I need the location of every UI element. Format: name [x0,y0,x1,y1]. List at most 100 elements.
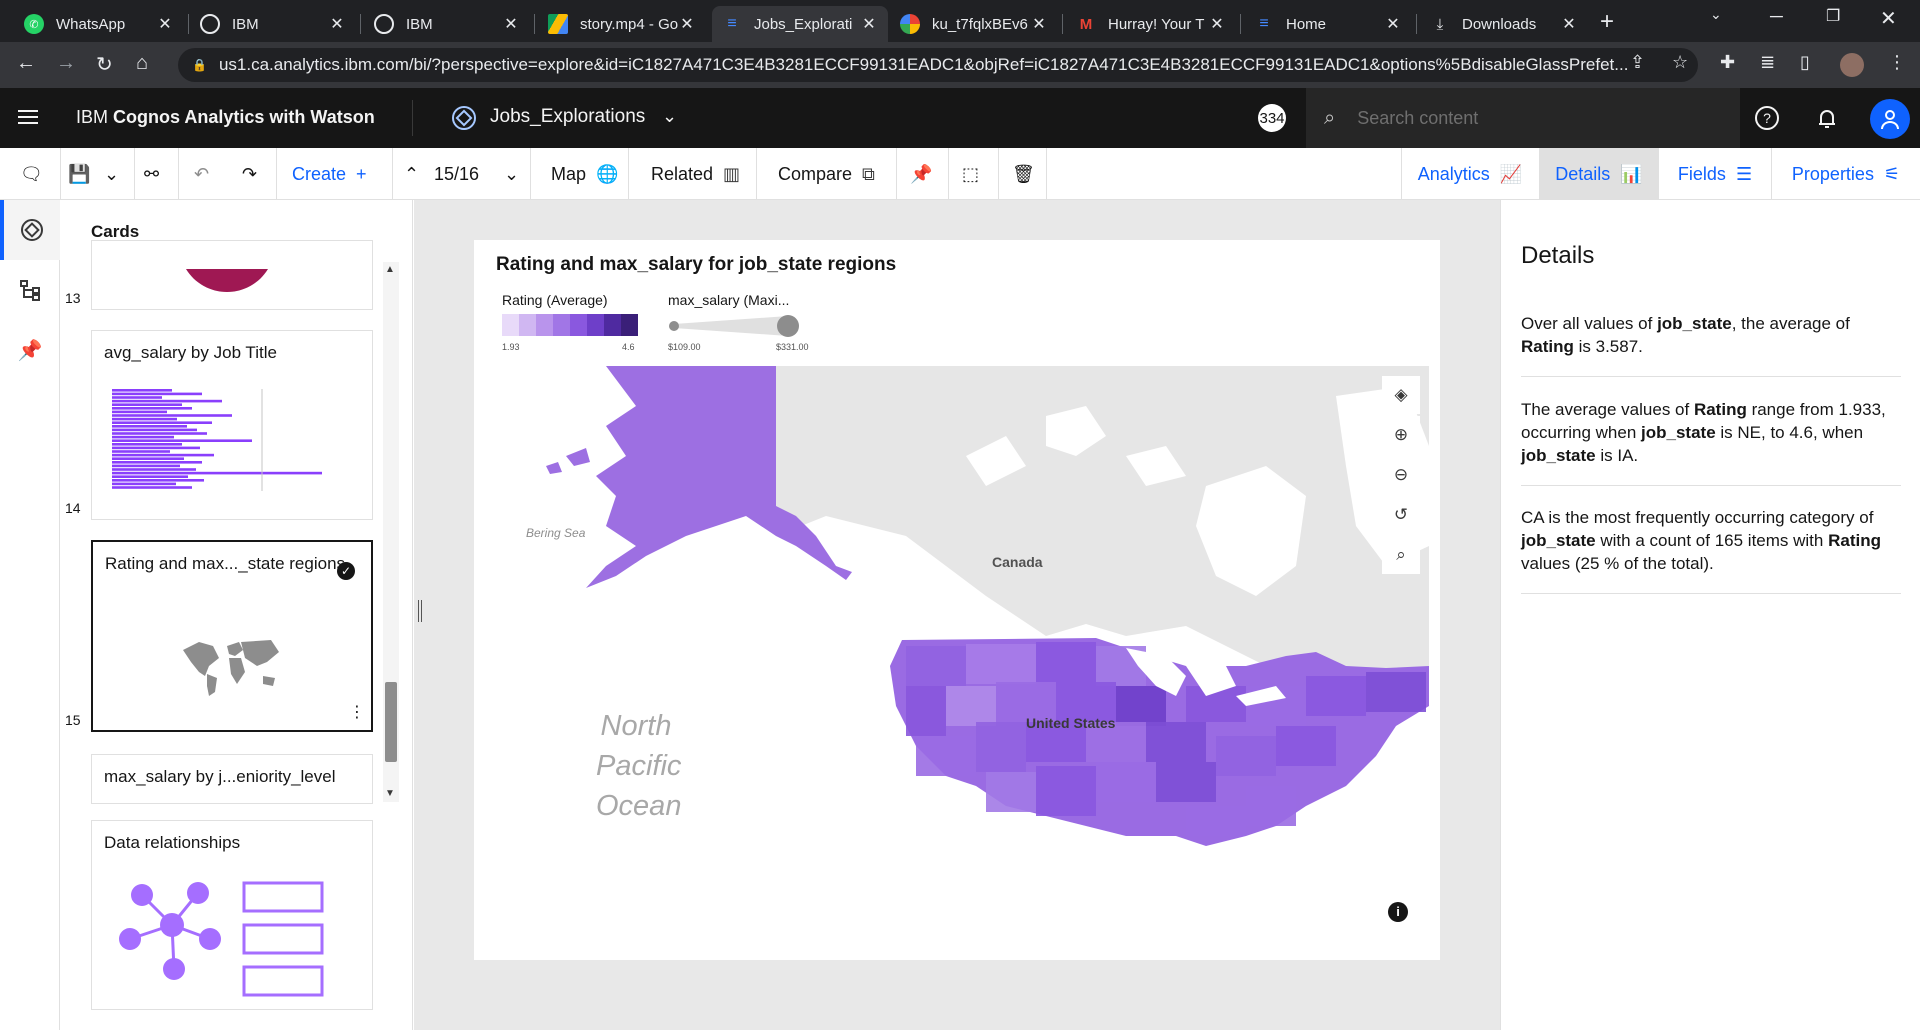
share-icon[interactable]: ⇪ [1630,52,1645,73]
us-state-region[interactable] [966,644,1036,684]
profile-avatar[interactable] [1840,53,1864,77]
home-icon[interactable]: ⌂ [136,52,148,75]
card-14[interactable]: avg_salary by Job Title [91,330,373,520]
info-icon[interactable]: i [1388,902,1408,922]
us-state-region[interactable] [1246,786,1296,826]
back-arrow-icon[interactable]: ← [16,52,36,75]
close-icon[interactable]: ✕ [328,14,346,34]
compare-button[interactable]: Compare ⧉ [778,148,875,200]
us-state-region[interactable] [906,646,966,686]
card-data-relationships[interactable]: Data relationships [91,820,373,1010]
create-button[interactable]: Create + [292,148,367,200]
pin-icon[interactable]: 📌 [910,148,932,200]
close-icon[interactable]: ✕ [502,14,520,34]
comment-icon[interactable]: 🗨 [20,148,44,200]
browser-tab-downloads[interactable]: ⤓ Downloads ✕ [1420,6,1588,42]
url-field[interactable]: 🔒 us1.ca.analytics.ibm.com/bi/?perspecti… [178,48,1698,82]
us-state-region[interactable] [1036,642,1096,682]
zoom-out-icon[interactable]: ⊖ [1382,456,1420,494]
browser-tab-whatsapp[interactable]: ✆ WhatsApp ✕ [14,6,184,42]
card-13[interactable] [91,240,373,310]
scroll-up-arrow-icon[interactable]: ▲ [385,264,395,275]
tab-analytics[interactable]: Analytics 📈 [1402,148,1538,200]
save-chevron-icon[interactable]: ⌄ [104,148,119,200]
minimize-button[interactable]: ─ [1770,6,1783,27]
tab-properties[interactable]: Properties ⚟ [1772,148,1920,200]
bookmark-star-icon[interactable]: ☆ [1672,52,1688,73]
close-icon[interactable]: ✕ [1208,14,1226,34]
browser-tab-photos[interactable]: ku_t7fqlxBEv6 ✕ [890,6,1058,42]
focus-frame-icon[interactable]: ⬚ [962,148,979,200]
us-state-region[interactable] [986,772,1036,812]
map-button[interactable]: Map 🌐 [551,148,618,200]
reset-view-icon[interactable]: ↺ [1382,496,1420,534]
cards-rail-button[interactable] [0,200,60,260]
save-icon[interactable]: 💾 [68,148,90,200]
us-state-region[interactable] [916,736,976,776]
us-state-region[interactable] [1096,762,1156,802]
panel-resize-handle[interactable] [418,600,422,622]
redo-icon[interactable]: ↷ [242,148,257,200]
us-state-region[interactable] [976,722,1026,772]
cards-scrollbar[interactable]: ▲ ▼ [383,262,399,802]
browser-tab-home[interactable]: ≡ Home ✕ [1244,6,1412,42]
card-overflow-icon[interactable]: ⋮ [349,702,365,722]
browser-tab-ibm-2[interactable]: IBM ✕ [364,6,530,42]
us-state-region[interactable] [1146,722,1206,762]
related-button[interactable]: Related ▥ [651,148,740,200]
card-15-selected[interactable]: Rating and max..._state regions ✓ ⋮ [91,540,373,732]
workspace-name[interactable]: Jobs_Explorations [490,106,645,128]
us-state-region[interactable] [906,686,946,736]
chevron-down-icon[interactable]: ⌄ [504,148,519,200]
browser-tab-ibm[interactable]: IBM ✕ [190,6,356,42]
close-icon[interactable]: ✕ [156,14,174,34]
user-avatar-button[interactable] [1870,99,1910,139]
us-state-region[interactable] [1156,762,1216,802]
close-icon[interactable]: ✕ [1030,14,1048,34]
restore-button[interactable]: ❐ [1826,6,1840,26]
chevron-down-icon[interactable]: ⌄ [662,106,677,127]
new-tab-button[interactable]: + [1600,8,1614,36]
extensions-icon[interactable]: ✚ [1720,52,1735,73]
more-menu-icon[interactable]: ⋮ [1888,52,1906,73]
us-state-region[interactable] [1116,686,1166,726]
chevron-up-icon[interactable]: ⌃ [404,148,419,200]
media-icon[interactable]: ≣ [1760,52,1775,73]
close-window-button[interactable]: ✕ [1880,6,1897,31]
choropleth-map[interactable]: Bering Sea Canada United States North Pa… [486,366,1429,948]
scrollbar-thumb[interactable] [385,682,397,762]
close-icon[interactable]: ✕ [1384,14,1402,34]
card-16[interactable]: max_salary by j...eniority_level [91,754,373,804]
visualization-card[interactable]: Rating and max_salary for job_state regi… [474,240,1440,960]
us-state-region[interactable] [1366,672,1426,712]
us-state-region[interactable] [1306,676,1366,716]
data-tree-rail-button[interactable] [0,260,60,320]
us-state-region[interactable] [1216,736,1276,776]
help-icon[interactable]: ? [1752,103,1782,133]
us-state-region[interactable] [1186,806,1246,836]
tab-details[interactable]: Details 📊 [1539,148,1659,200]
scroll-down-arrow-icon[interactable]: ▼ [385,788,395,799]
pins-rail-button[interactable]: 📌 [0,320,60,380]
close-icon[interactable]: ✕ [1560,14,1578,34]
close-icon[interactable]: ✕ [860,14,878,34]
search-input[interactable]: ⌕ Search content [1306,88,1740,148]
map-search-icon[interactable]: ⌕ [1382,536,1420,574]
us-state-region[interactable] [946,686,996,726]
side-panel-icon[interactable]: ▯ [1800,52,1810,73]
us-state-region[interactable] [1036,766,1096,816]
notification-count-badge[interactable]: 334 [1258,104,1286,132]
undo-icon[interactable]: ↶ [194,148,209,200]
reload-icon[interactable]: ↻ [96,52,113,77]
share-icon[interactable]: ⚯ [144,148,159,200]
zoom-in-icon[interactable]: ⊕ [1382,416,1420,454]
browser-tab-gmail[interactable]: M Hurray! Your T ✕ [1066,6,1236,42]
hamburger-menu-icon[interactable] [18,106,38,128]
delete-icon[interactable]: 🗑 [1012,148,1035,200]
close-icon[interactable]: ✕ [678,14,696,34]
tab-search-icon[interactable]: ⌄ [1710,6,1722,23]
notifications-bell-icon[interactable] [1812,103,1842,133]
forward-arrow-icon[interactable]: → [56,52,76,75]
layers-icon[interactable]: ◈ [1382,376,1420,414]
us-state-region[interactable] [1276,726,1336,766]
